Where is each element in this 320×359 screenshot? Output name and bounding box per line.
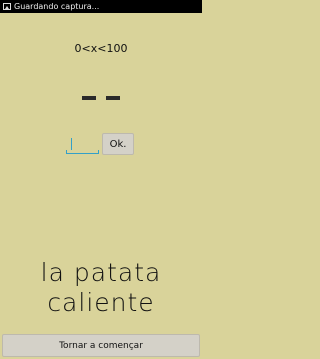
app-title: la patata caliente	[0, 258, 202, 318]
input-edge	[98, 150, 99, 154]
text-cursor	[71, 138, 72, 150]
input-edge	[66, 150, 67, 154]
restart-button[interactable]: Tornar a començar	[2, 334, 200, 357]
hidden-number-display	[0, 92, 202, 106]
range-text: 0<x<100	[74, 42, 128, 55]
notification-text: Guardando captura...	[14, 2, 100, 11]
status-bar: Guardando captura...	[0, 0, 202, 13]
title-line-2: caliente	[47, 288, 155, 317]
digit-dash	[106, 96, 120, 100]
digit-dash	[82, 96, 96, 100]
title-line-1: la patata	[40, 258, 162, 287]
image-icon	[3, 3, 11, 10]
ok-button[interactable]: Ok.	[102, 133, 134, 155]
